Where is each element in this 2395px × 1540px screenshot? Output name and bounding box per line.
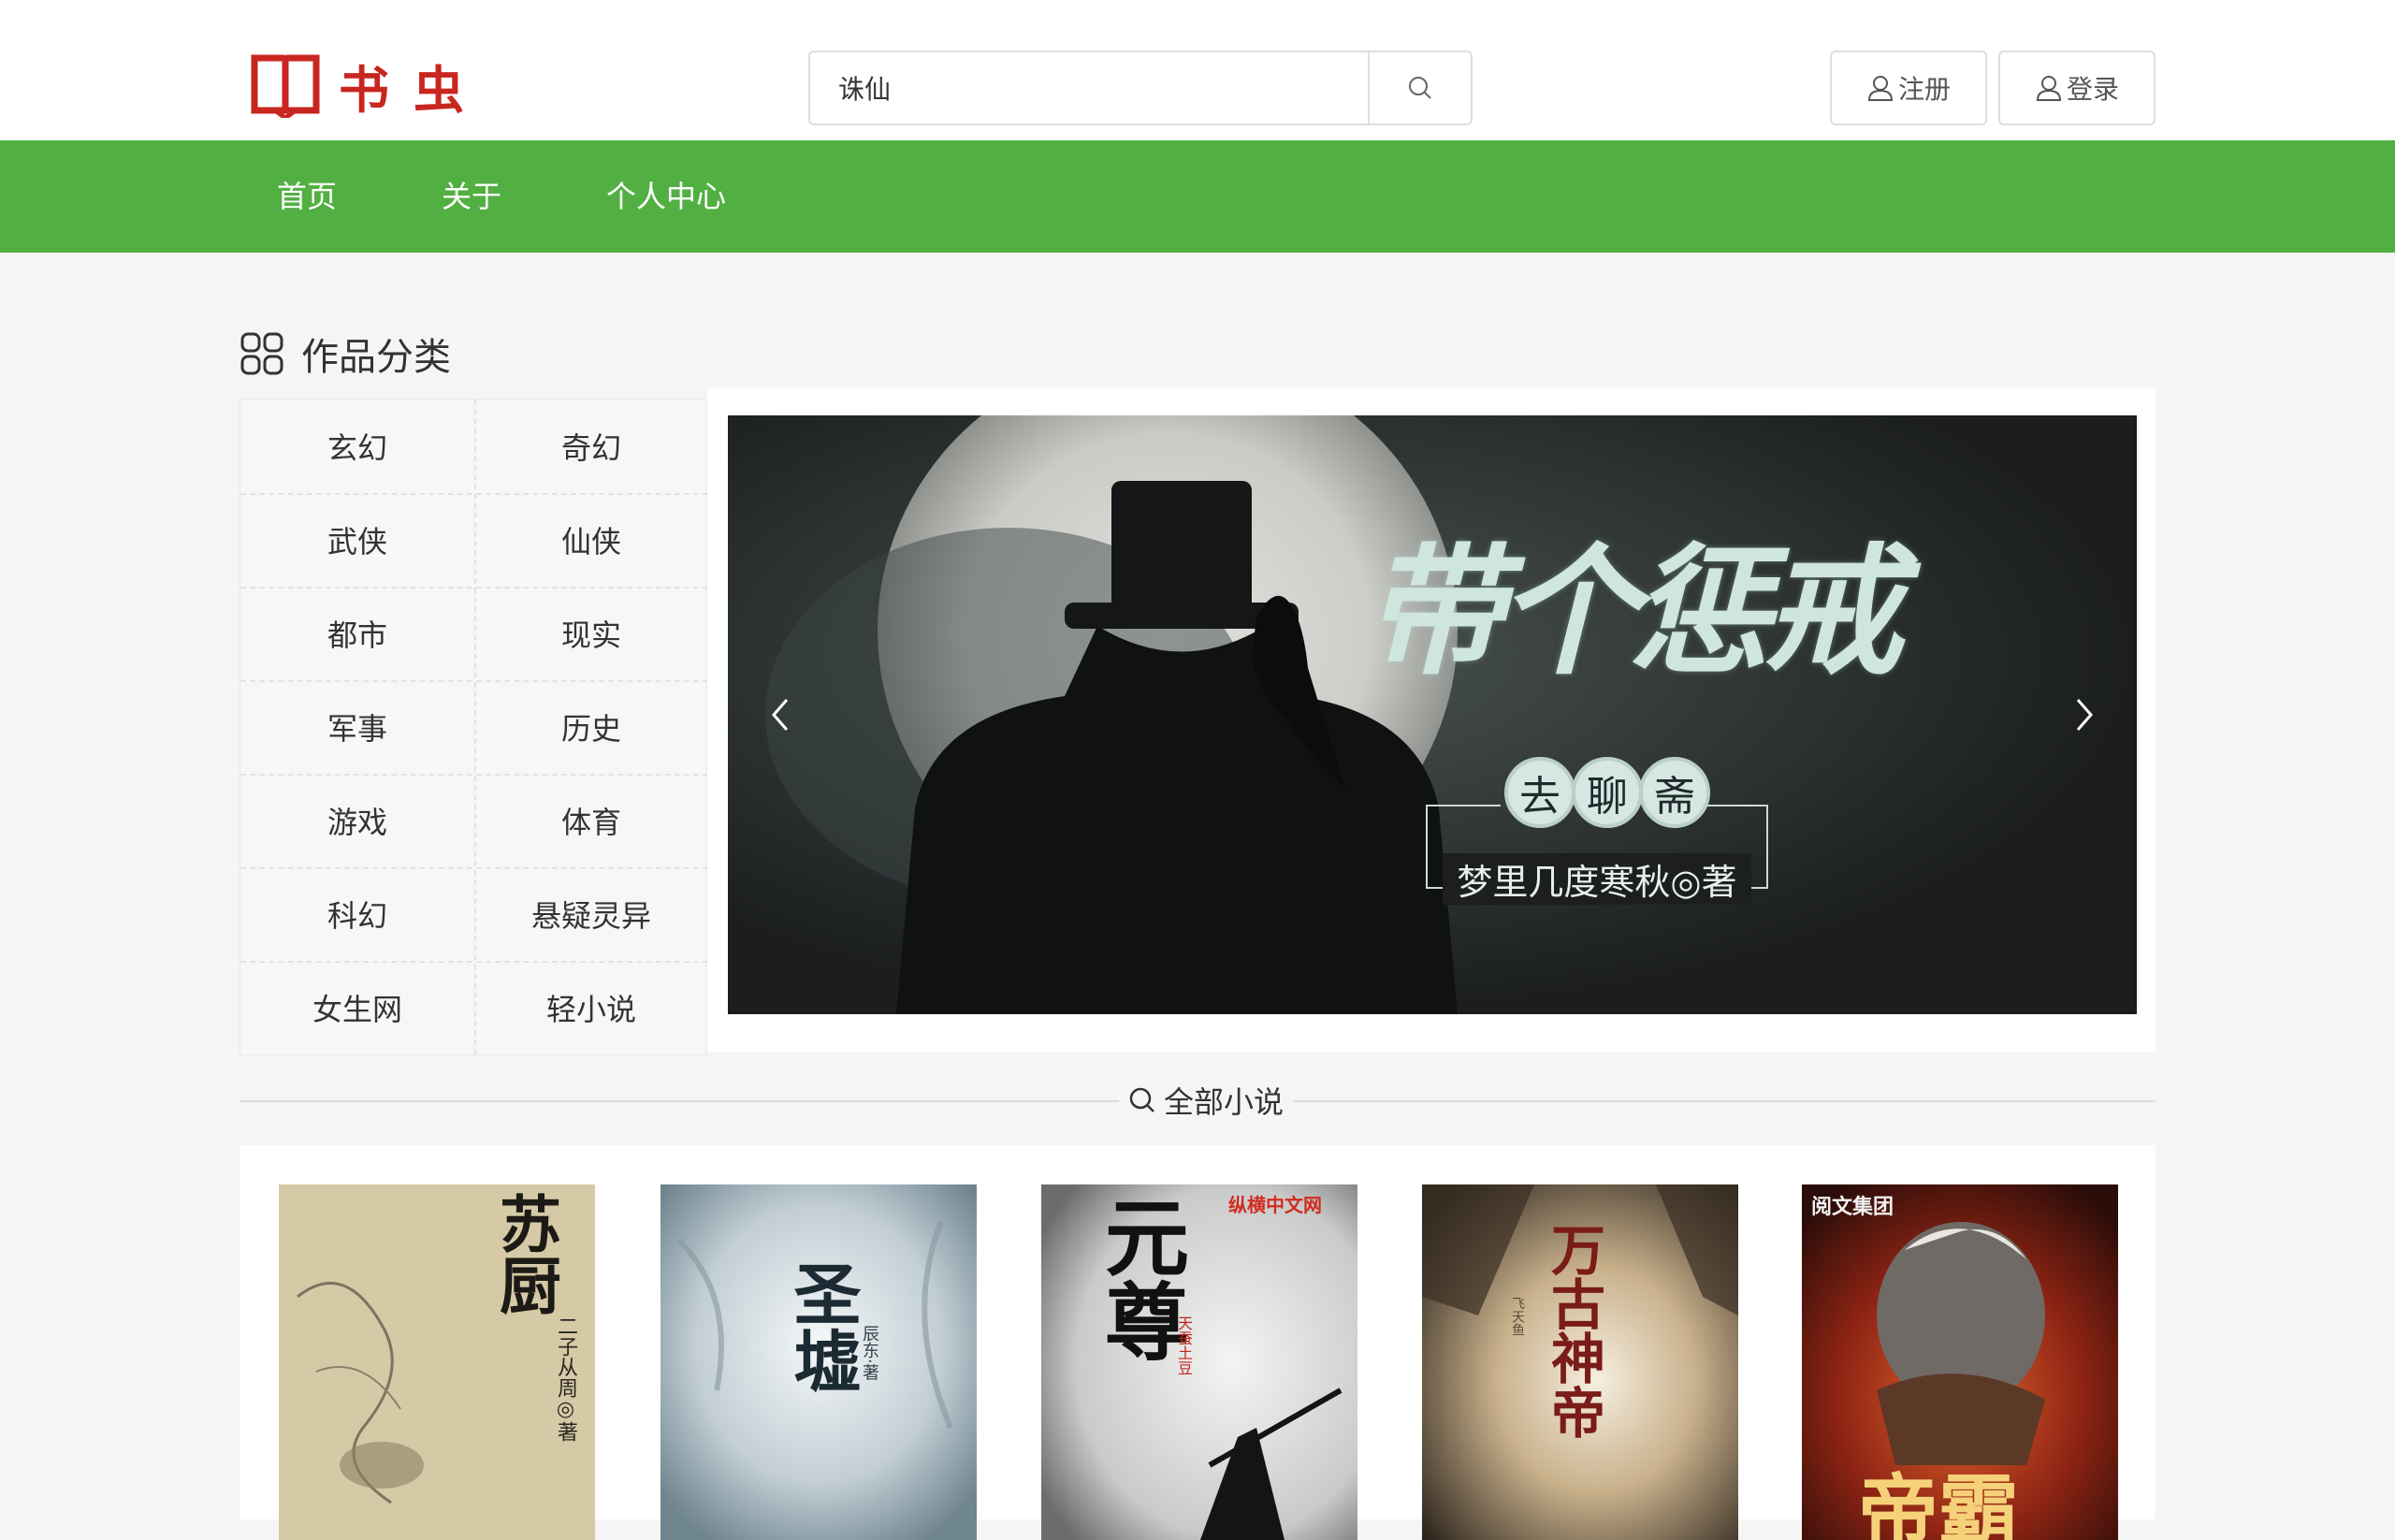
category-title: 作品分类 (301, 336, 451, 379)
nav-item-profile[interactable]: 个人中心 (606, 140, 726, 253)
nav-item-home[interactable]: 首页 (277, 140, 337, 253)
user-icon (2036, 76, 2061, 101)
book-cover[interactable]: 阅文集团 帝霸 (1802, 1184, 2118, 1540)
book-cover[interactable]: 纵横中文网 元尊 天蚕土豆 (1041, 1184, 1357, 1540)
search-box (808, 51, 1473, 125)
book-title: 苏厨 (489, 1192, 562, 1315)
category-item[interactable]: 奇幻 (474, 400, 708, 493)
search-icon (1409, 77, 1431, 99)
book-cover[interactable]: 万古神帝 飞天鱼 (1422, 1184, 1738, 1540)
search-input[interactable] (810, 52, 1368, 123)
book-publisher: 纵横中文网 (1228, 1194, 1322, 1216)
register-button[interactable]: 注册 (1830, 51, 1987, 125)
category-item[interactable]: 武侠 (240, 493, 474, 587)
book-cover[interactable]: 苏厨 二子从周◎著 (279, 1184, 595, 1540)
category-item[interactable]: 科幻 (240, 867, 474, 961)
book-title: 万古神帝 (1542, 1222, 1605, 1439)
grid-icon (240, 332, 283, 375)
book-author: 天蚕土豆 (1175, 1315, 1193, 1375)
category-grid: 玄幻 奇幻 武侠 仙侠 都市 现实 军事 历史 游戏 体育 科幻 悬疑灵异 女生… (240, 399, 708, 1055)
banner-slide[interactable]: 带个惩戒 去 聊 斋 梦里几度寒秋◎著 (728, 415, 2137, 1014)
register-label: 注册 (1897, 74, 1951, 105)
main-nav: 首页 关于 个人中心 (0, 140, 2395, 253)
category-item[interactable]: 历史 (474, 680, 708, 774)
search-icon (1129, 1087, 1154, 1112)
category-item[interactable]: 玄幻 (240, 400, 474, 493)
divider-line (240, 1100, 1119, 1102)
category-item[interactable]: 悬疑灵异 (474, 867, 708, 961)
category-item[interactable]: 游戏 (240, 774, 474, 867)
category-item[interactable]: 都市 (240, 587, 474, 680)
book-icon (251, 54, 320, 118)
banner-artwork (728, 415, 2137, 1014)
category-item[interactable]: 轻小说 (474, 961, 708, 1054)
category-item[interactable]: 仙侠 (474, 493, 708, 587)
carousel-next-button[interactable] (2056, 687, 2112, 743)
banner-carousel: 带个惩戒 去 聊 斋 梦里几度寒秋◎著 (707, 387, 2156, 1052)
book-publisher: 阅文集团 (1811, 1196, 1894, 1219)
site-header: 书虫 注册 登录 (0, 0, 2395, 140)
book-author: 二子从周◎著 (554, 1315, 577, 1442)
chevron-left-icon (772, 699, 789, 731)
novels-divider: 全部小说 (240, 1080, 2156, 1121)
site-logo[interactable]: 书虫 (251, 52, 488, 120)
user-icon (1867, 76, 1893, 101)
category-item[interactable]: 体育 (474, 774, 708, 867)
book-author: 辰东·著 (860, 1325, 879, 1381)
banner-title: 带个惩戒 (1364, 530, 1903, 694)
search-button[interactable] (1368, 52, 1471, 123)
login-button[interactable]: 登录 (1998, 51, 2156, 125)
seal-char: 去 (1504, 757, 1575, 828)
category-item[interactable]: 军事 (240, 680, 474, 774)
book-cover[interactable]: 圣墟 辰东·著 (660, 1184, 977, 1540)
seal-char: 斋 (1639, 757, 1710, 828)
login-label: 登录 (2066, 74, 2119, 105)
banner-author: 梦里几度寒秋◎著 (1443, 853, 1751, 905)
novels-heading: 全部小说 (1119, 1080, 1294, 1121)
seal-row: 去 聊 斋 (1504, 757, 1710, 828)
seal-char: 聊 (1572, 757, 1643, 828)
book-author: 飞天鱼 (1510, 1297, 1525, 1336)
category-heading: 作品分类 (240, 327, 451, 380)
logo-text: 书虫 (339, 59, 488, 120)
chevron-right-icon (2076, 699, 2093, 731)
book-title: 帝霸 (1858, 1465, 2019, 1540)
book-list: 苏厨 二子从周◎著 圣墟 辰东·著 纵横中文网 元尊 天蚕土豆 万古神帝 飞天鱼… (240, 1145, 2156, 1540)
novels-title: 全部小说 (1164, 1084, 1285, 1120)
nav-item-about[interactable]: 关于 (442, 140, 501, 253)
category-item[interactable]: 现实 (474, 587, 708, 680)
category-item[interactable]: 女生网 (240, 961, 474, 1054)
carousel-prev-button[interactable] (752, 687, 808, 743)
divider-line (1287, 1100, 2156, 1102)
